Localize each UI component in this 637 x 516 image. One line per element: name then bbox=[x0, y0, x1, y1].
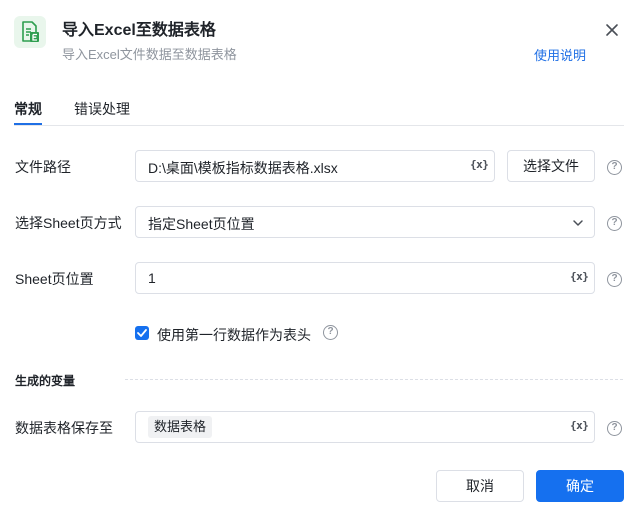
sheet-mode-label: 选择Sheet页方式 bbox=[15, 215, 122, 231]
help-question-icon[interactable]: ? bbox=[607, 216, 622, 231]
chevron-down-icon bbox=[573, 220, 583, 226]
file-path-label: 文件路径 bbox=[15, 159, 71, 175]
tab-error-handling[interactable]: 错误处理 bbox=[74, 99, 130, 119]
help-link[interactable]: 使用说明 bbox=[534, 45, 586, 64]
sheet-position-value: 1 bbox=[148, 270, 156, 286]
variable-icon[interactable]: {x} bbox=[570, 270, 589, 283]
file-path-input[interactable]: D:\桌面\模板指标数据表格.xlsx {x} bbox=[135, 150, 495, 182]
help-question-icon[interactable]: ? bbox=[607, 421, 622, 436]
dialog-subtitle: 导入Excel文件数据至数据表格 bbox=[62, 47, 237, 62]
cancel-button[interactable]: 取消 bbox=[436, 470, 524, 502]
output-section-title: 生成的变量 bbox=[15, 374, 76, 388]
help-question-icon[interactable]: ? bbox=[607, 160, 622, 175]
dialog-title: 导入Excel至数据表格 bbox=[62, 22, 216, 39]
sheet-mode-select[interactable]: 指定Sheet页位置 bbox=[135, 206, 595, 238]
tab-bar: 常规 错误处理 bbox=[14, 96, 624, 126]
variable-icon[interactable]: {x} bbox=[570, 419, 589, 432]
use-header-label: 使用第一行数据作为表头 bbox=[157, 327, 311, 343]
active-tab-indicator bbox=[14, 123, 42, 125]
section-divider bbox=[125, 379, 623, 380]
excel-app-icon bbox=[14, 16, 46, 48]
choose-file-button[interactable]: 选择文件 bbox=[507, 150, 595, 182]
help-question-icon[interactable]: ? bbox=[607, 272, 622, 287]
variable-icon[interactable]: {x} bbox=[470, 158, 489, 171]
help-question-icon[interactable]: ? bbox=[323, 325, 338, 340]
close-icon[interactable] bbox=[603, 21, 621, 39]
variable-tag[interactable]: 数据表格 bbox=[148, 416, 213, 438]
save-to-input[interactable]: 数据表格 {x} bbox=[135, 411, 595, 443]
sheet-position-label: Sheet页位置 bbox=[15, 271, 94, 287]
sheet-position-input[interactable]: 1 {x} bbox=[135, 262, 595, 294]
tab-general[interactable]: 常规 bbox=[14, 99, 42, 119]
use-header-checkbox[interactable] bbox=[135, 326, 149, 340]
checkmark-icon bbox=[137, 329, 147, 337]
file-path-value: D:\桌面\模板指标数据表格.xlsx bbox=[148, 160, 338, 176]
confirm-button[interactable]: 确定 bbox=[536, 470, 624, 502]
save-to-label: 数据表格保存至 bbox=[15, 420, 113, 436]
sheet-mode-value: 指定Sheet页位置 bbox=[148, 216, 255, 232]
